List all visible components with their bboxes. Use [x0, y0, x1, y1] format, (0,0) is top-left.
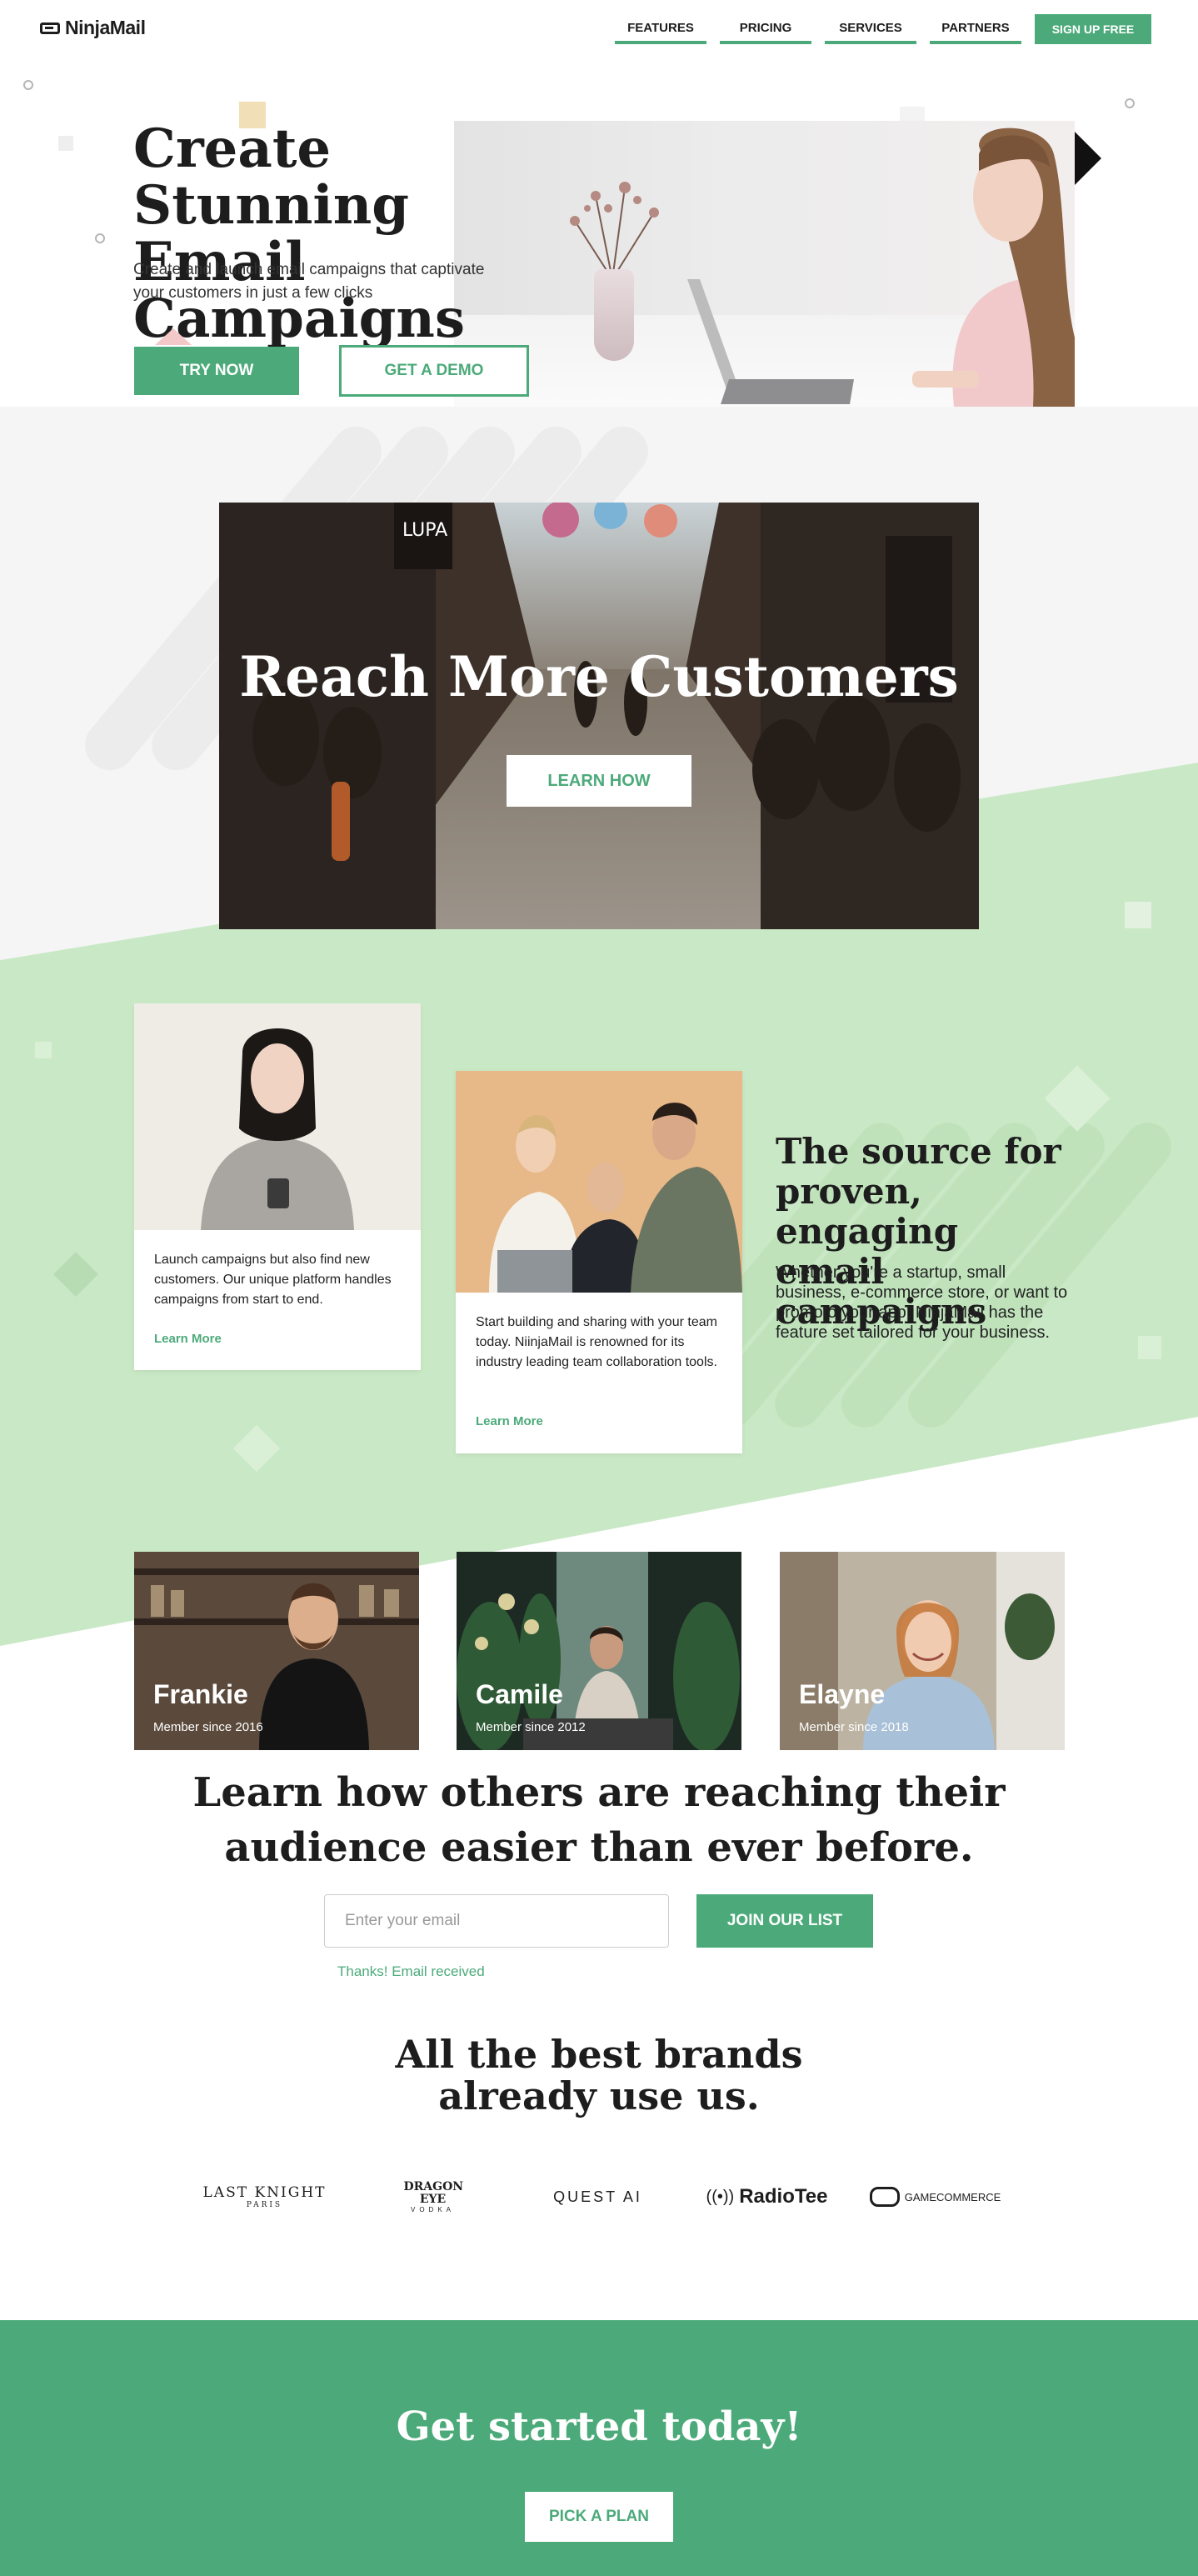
top-navigation: NinjaMail FEATURES PRICING SERVICES PART… [0, 0, 1198, 58]
feature-card-2: Start building and sharing with your tea… [456, 1071, 742, 1453]
brands-title-line2: already use us. [438, 2073, 760, 2118]
brand-logo-gamecommerce: GAMECOMMERCE [866, 2178, 1004, 2215]
hero-title-line1: Create Stunning [133, 118, 409, 237]
member-card-elayne[interactable]: Elayne Member since 2018 [780, 1552, 1065, 1750]
member-name: Camile [476, 1679, 563, 1709]
decor-circle [23, 80, 33, 90]
feature-card-2-learn-more-link[interactable]: Learn More [476, 1414, 543, 1428]
feature-card-2-image [456, 1071, 742, 1293]
member-since: Member since 2012 [476, 1720, 586, 1734]
vase [594, 269, 634, 361]
brand-radiotee-text: RadioTee [739, 2185, 828, 2208]
brand-quest-ai-text: QUEST AI [553, 2188, 642, 2205]
decor-circle [1125, 98, 1135, 108]
cta-title: Get started today! [396, 2403, 802, 2450]
woman-with-phone-photo [201, 1028, 354, 1230]
feature-card-1-image [134, 1003, 421, 1230]
hero-subtitle-line2: your customers in just a few clicks [133, 284, 373, 302]
decor-triangle [155, 328, 192, 345]
nav-partners[interactable]: PARTNERS [930, 13, 1021, 44]
mask-icon [40, 22, 60, 34]
decor-circle [95, 233, 105, 243]
nav-features[interactable]: FEATURES [615, 13, 706, 44]
hero-title: Create Stunning Email Campaigns [133, 121, 600, 348]
brand-dragon-eye-text: DRAGON EYE [403, 2179, 464, 2206]
brand-dragon-eye-sub: VODKA [410, 2205, 455, 2213]
nav-links: FEATURES PRICING SERVICES PARTNERS SIGN … [615, 13, 1151, 44]
brand-gamecommerce-text: GAMECOMMERCE [904, 2190, 1001, 2203]
member-card-frankie[interactable]: Frankie Member since 2016 [134, 1552, 419, 1750]
learn-how-button[interactable]: LEARN HOW [507, 755, 691, 807]
nav-pricing[interactable]: PRICING [720, 13, 811, 44]
lupa-sign: LUPA [402, 520, 447, 541]
email-input[interactable]: Enter your email [324, 1894, 669, 1948]
pick-a-plan-button[interactable]: PICK A PLAN [525, 2492, 673, 2542]
decor-square [58, 136, 73, 151]
member-since: Member since 2018 [799, 1720, 909, 1734]
hero-subtitle: Create and launch email campaigns that c… [133, 258, 525, 305]
laptop [687, 279, 854, 404]
member-since: Member since 2016 [153, 1720, 263, 1734]
decor-square [1125, 902, 1151, 928]
brand-logo-quest-ai: QUEST AI [546, 2178, 650, 2215]
radio-wave-icon: ((•)) [706, 2187, 735, 2206]
gamepad-icon [869, 2187, 900, 2207]
play-triangle-decor [1075, 132, 1101, 185]
signup-title: Learn how others are reaching their audi… [0, 1765, 1198, 1875]
feature-card-2-text: Start building and sharing with your tea… [476, 1315, 717, 1369]
team-collaboration-photo [456, 1071, 742, 1293]
join-our-list-button[interactable]: JOIN OUR LIST [696, 1894, 873, 1948]
brand-last-knight-sub: PARIS [246, 2201, 283, 2209]
street-cafe-photo: LUPA [219, 503, 979, 929]
brand-logo-dragon-eye: DRAGON EYE VODKA [393, 2178, 472, 2215]
brands-title-line1: All the best brands [395, 2032, 803, 2077]
banner-image: LUPA Reach More Customers LEARN HOW [219, 503, 979, 929]
logo-text: NinjaMail [65, 17, 146, 38]
brands-title: All the best brands already use us. [0, 2033, 1198, 2117]
sign-up-free-button[interactable]: SIGN UP FREE [1035, 13, 1151, 44]
signup-title-line2: audience easier than ever before. [224, 1824, 974, 1871]
member-name: Frankie [153, 1679, 248, 1709]
get-started-section: Get started today! PICK A PLAN [0, 2320, 1198, 2576]
signup-confirmation: Thanks! Email received [337, 1963, 485, 1979]
member-name: Elayne [799, 1679, 886, 1709]
brand-last-knight-text: LAST KNIGHT [202, 2184, 327, 2201]
member-card-camile[interactable]: Camile Member since 2012 [457, 1552, 741, 1750]
brand-logo-radiotee: ((•)) RadioTee [698, 2178, 836, 2215]
feature-card-1-text: Launch campaigns but also find new custo… [154, 1253, 392, 1307]
get-a-demo-button[interactable]: GET A DEMO [339, 345, 529, 397]
nav-services[interactable]: SERVICES [825, 13, 916, 44]
features-description: Whether you're a startup, small business… [776, 1263, 1068, 1342]
signup-title-line1: Learn how others are reaching their [192, 1769, 1006, 1816]
try-now-button[interactable]: TRY NOW [134, 347, 299, 395]
woman-portrait [912, 128, 1075, 407]
banner-title: Reach More Customers [239, 644, 959, 709]
feature-card-1-learn-more-link[interactable]: Learn More [154, 1332, 222, 1346]
brand-logo-last-knight: LAST KNIGHT PARIS [187, 2178, 342, 2215]
logo[interactable]: NinjaMail [40, 17, 146, 39]
hero-subtitle-line1: Create and launch email campaigns that c… [133, 261, 485, 278]
feature-card-1: Launch campaigns but also find new custo… [134, 1003, 421, 1370]
